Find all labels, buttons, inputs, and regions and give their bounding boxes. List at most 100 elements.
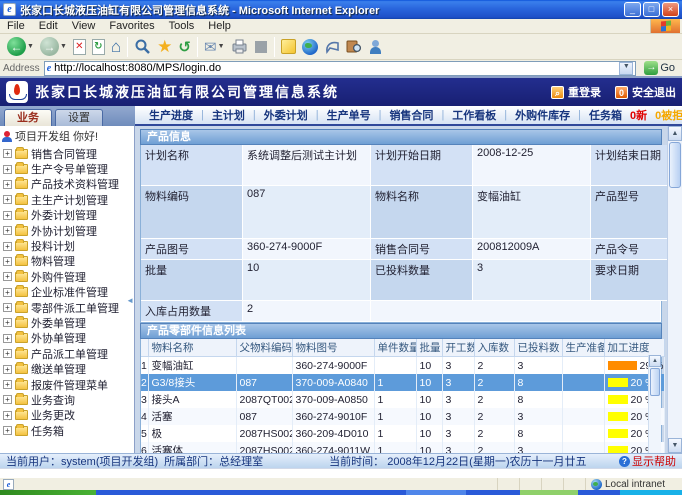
- column-header[interactable]: 生产准备: [562, 339, 604, 357]
- menu-item-file[interactable]: File: [0, 20, 32, 32]
- sidebar-item[interactable]: +业务更改: [0, 408, 134, 423]
- expand-icon[interactable]: +: [3, 365, 12, 374]
- expand-icon[interactable]: +: [3, 426, 12, 435]
- sidebar-item[interactable]: +外委计划管理: [0, 208, 134, 223]
- column-header[interactable]: 开工数: [442, 339, 474, 357]
- nav-item[interactable]: 工作看板: [452, 107, 496, 123]
- sidebar-item[interactable]: +外协计划管理: [0, 223, 134, 238]
- nav-item[interactable]: 任务箱: [589, 107, 622, 123]
- relogin-button[interactable]: ⌕ 重登录: [551, 84, 601, 100]
- expand-icon[interactable]: +: [3, 195, 12, 204]
- table-row[interactable]: 4活塞087360-274-9010F11032320 %: [141, 408, 664, 425]
- sidebar-item[interactable]: +任务箱: [0, 423, 134, 438]
- table-row[interactable]: 1变幅油缸360-274-9000F1032329 %: [141, 357, 664, 375]
- sidebar-item[interactable]: +销售合同管理: [0, 146, 134, 161]
- globe-icon[interactable]: [299, 36, 321, 58]
- expand-icon[interactable]: +: [3, 226, 12, 235]
- table-row[interactable]: 5极2087HS002360-209-4D01011032820 %: [141, 425, 664, 442]
- edit-icon[interactable]: [251, 36, 271, 58]
- nav-item[interactable]: 外购件库存: [515, 107, 570, 123]
- menu-item-help[interactable]: Help: [201, 20, 238, 32]
- menu-item-edit[interactable]: Edit: [32, 20, 65, 32]
- go-button[interactable]: → Go: [640, 60, 679, 76]
- expand-icon[interactable]: +: [3, 211, 12, 220]
- research-icon[interactable]: [343, 36, 365, 58]
- expand-icon[interactable]: +: [3, 411, 12, 420]
- print-icon[interactable]: [228, 36, 251, 58]
- sidebar-item[interactable]: +主生产计划管理: [0, 192, 134, 207]
- expand-icon[interactable]: +: [3, 395, 12, 404]
- expand-icon[interactable]: +: [3, 257, 12, 266]
- search-icon[interactable]: [131, 36, 154, 58]
- sidebar-item[interactable]: +外委单管理: [0, 315, 134, 330]
- nav-item[interactable]: 销售合同: [389, 107, 433, 123]
- system-tray[interactable]: [620, 490, 682, 495]
- show-help-link[interactable]: ? 显示帮助: [619, 453, 676, 468]
- expand-icon[interactable]: +: [3, 149, 12, 158]
- expand-icon[interactable]: +: [3, 180, 12, 189]
- expand-icon[interactable]: +: [3, 165, 12, 174]
- vscroll-thumb[interactable]: [650, 368, 660, 396]
- sidebar-item[interactable]: +物料管理: [0, 254, 134, 269]
- table-row[interactable]: 6活塞体2087HS002360-274-9011W11032320 %: [141, 442, 664, 453]
- page-scrollbar[interactable]: ▲ ▼: [667, 126, 682, 453]
- scroll-up-icon[interactable]: ▲: [649, 355, 661, 367]
- column-header[interactable]: [141, 339, 148, 357]
- forward-icon[interactable]: →▼: [37, 36, 70, 58]
- column-header[interactable]: 入库数: [474, 339, 514, 357]
- messenger-icon[interactable]: [365, 36, 387, 58]
- address-dropdown-icon[interactable]: ▼: [619, 62, 633, 75]
- windows-taskbar[interactable]: [0, 490, 682, 495]
- parts-vscrollbar[interactable]: ▲ ▼: [648, 355, 661, 453]
- tab-settings[interactable]: 设置: [55, 109, 103, 126]
- home-icon[interactable]: ⌂: [108, 36, 124, 58]
- minimize-button[interactable]: _: [624, 2, 641, 17]
- sidebar-item[interactable]: +产品派工单管理: [0, 346, 134, 361]
- stop-icon[interactable]: ✕: [70, 36, 89, 58]
- expand-icon[interactable]: +: [3, 272, 12, 281]
- expand-icon[interactable]: +: [3, 318, 12, 327]
- mail-icon[interactable]: ✉▼: [201, 36, 228, 58]
- menu-item-favorites[interactable]: Favorites: [102, 20, 161, 32]
- sidebar-item[interactable]: +报废件管理菜单: [0, 377, 134, 392]
- taskbar-buttons[interactable]: [96, 490, 620, 495]
- history-icon[interactable]: ↺: [175, 36, 194, 58]
- column-header[interactable]: 加工进度: [604, 339, 664, 357]
- tab-business[interactable]: 业务: [4, 109, 52, 126]
- close-button[interactable]: ×: [662, 2, 679, 17]
- refresh-icon[interactable]: ↻: [89, 36, 108, 58]
- maximize-button[interactable]: □: [643, 2, 660, 17]
- page-scroll-thumb[interactable]: [669, 142, 681, 188]
- sidebar-item[interactable]: +零部件派工单管理: [0, 300, 134, 315]
- column-header[interactable]: 批量: [416, 339, 442, 357]
- note-icon[interactable]: [278, 36, 299, 58]
- address-input[interactable]: e http://localhost:8080/MPS/login.do ▼: [44, 61, 637, 76]
- favorites-icon[interactable]: ★: [154, 36, 175, 58]
- column-header[interactable]: 单件数量: [374, 339, 416, 357]
- expand-icon[interactable]: +: [3, 288, 12, 297]
- nav-item[interactable]: 生产单号: [327, 107, 371, 123]
- back-icon[interactable]: ←▼: [4, 36, 37, 58]
- expand-icon[interactable]: +: [3, 334, 12, 343]
- start-button[interactable]: [0, 490, 96, 495]
- sidebar-item[interactable]: +产品技术资料管理: [0, 177, 134, 192]
- expand-icon[interactable]: +: [3, 242, 12, 251]
- sidebar-collapse-icon[interactable]: ◄: [126, 296, 134, 305]
- discuss-icon[interactable]: [321, 36, 343, 58]
- column-header[interactable]: 父物料编码: [236, 339, 292, 357]
- column-header[interactable]: 物料名称: [148, 339, 236, 357]
- table-row[interactable]: 3接头A2087QT002370-009-A085011032820 %: [141, 391, 664, 408]
- sidebar-item[interactable]: +投料计划: [0, 238, 134, 253]
- expand-icon[interactable]: +: [3, 380, 12, 389]
- sidebar-item[interactable]: +缴送单管理: [0, 361, 134, 376]
- nav-item[interactable]: 外委计划: [264, 107, 308, 123]
- sidebar-item[interactable]: +外协单管理: [0, 331, 134, 346]
- sidebar-item[interactable]: +外购件管理: [0, 269, 134, 284]
- column-header[interactable]: 已投料数: [514, 339, 562, 357]
- menu-item-tools[interactable]: Tools: [162, 20, 202, 32]
- expand-icon[interactable]: +: [3, 349, 12, 358]
- nav-item[interactable]: 主计划: [212, 107, 245, 123]
- menu-item-view[interactable]: View: [65, 20, 103, 32]
- sidebar-item[interactable]: +企业标准件管理: [0, 285, 134, 300]
- page-scroll-down-icon[interactable]: ▼: [668, 438, 682, 453]
